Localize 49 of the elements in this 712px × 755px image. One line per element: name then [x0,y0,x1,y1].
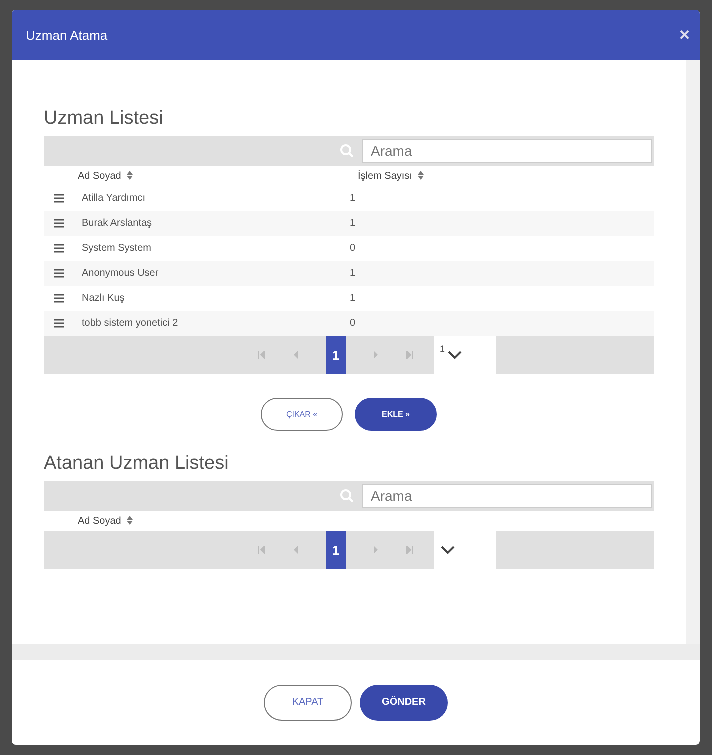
table-row[interactable]: Nazlı Kuş 1 [44,286,654,311]
table-cell: 0 [350,243,356,254]
search-icon [340,489,354,503]
table-cell: 1 [350,268,356,279]
column-header[interactable]: Ad Soyad [78,170,122,182]
remove-button[interactable]: ÇIKAR « [261,398,343,431]
chevron-down-icon[interactable] [447,350,464,360]
table-row[interactable]: System System 0 [44,236,654,261]
page-button[interactable]: 1 [326,336,346,374]
table-row[interactable]: Burak Arslantaş 1 [44,211,654,236]
sort-icon[interactable] [418,170,424,180]
drag-handle-icon[interactable] [54,244,64,253]
sort-icon[interactable] [127,170,134,180]
page-size-value: 1 [440,344,446,354]
section-title: Atanan Uzman Listesi [44,453,230,475]
table-cell: 1 [350,293,356,304]
page-button[interactable]: 1 [326,531,346,569]
close-button[interactable]: × [679,24,690,46]
table-cell: 1 [350,218,356,229]
search-field[interactable]: Arama [362,139,652,163]
column-header[interactable]: İşlem Sayısı [358,170,412,182]
chevron-down-icon[interactable] [440,545,456,555]
column-header[interactable]: Ad Soyad [78,516,122,526]
section-title: Uzman Listesi [44,108,164,130]
table-cell-text: System System [82,243,152,254]
table-cell-text: Atilla Yardımcı [82,193,147,204]
close-dialog-button[interactable]: KAPAT [264,684,352,720]
table-row[interactable]: Anonymous User 1 [44,261,654,286]
vertical-scrollbar[interactable] [686,60,700,644]
drag-handle-icon[interactable] [54,269,64,278]
search-field[interactable]: Arama [362,484,652,508]
table-cell: 1 [350,193,356,204]
drag-handle-icon[interactable] [54,194,64,203]
table-cell-text: tobb sistem yonetici 2 [82,318,180,329]
table-cell-text: Nazlı Kuş [82,293,126,304]
table-row[interactable]: Atilla Yardımcı 1 [44,186,654,211]
drag-handle-icon[interactable] [54,319,64,328]
search-icon [340,144,354,158]
drag-handle-icon[interactable] [54,294,64,303]
send-button[interactable]: GÖNDER [360,684,448,720]
sort-icon[interactable] [127,516,134,524]
horizontal-scrollbar[interactable] [12,644,700,660]
drag-handle-icon[interactable] [54,219,64,228]
window-title: Uzman Atama [26,28,108,42]
table-row[interactable]: tobb sistem yonetici 2 0 [44,311,654,336]
table-cell-text: Anonymous User [82,268,160,279]
table-cell: 0 [350,318,356,329]
table-cell-text: Burak Arslantaş [82,218,154,229]
add-button[interactable]: EKLE » [355,398,437,431]
